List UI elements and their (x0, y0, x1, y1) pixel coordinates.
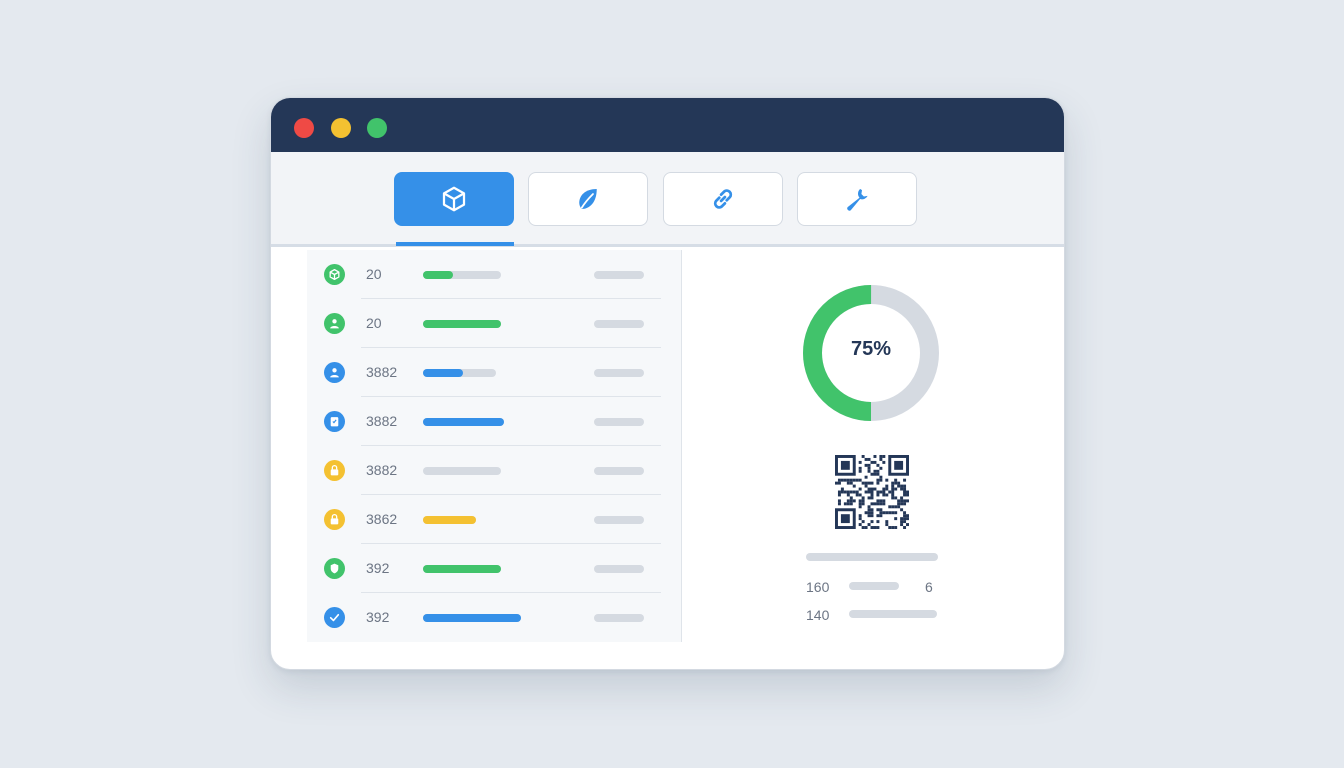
title-bar (271, 98, 1064, 152)
list-item[interactable]: 3882 (307, 446, 681, 495)
list-item-meta-placeholder (594, 467, 644, 475)
progress-fill (423, 369, 463, 377)
list-item-meta-placeholder (594, 565, 644, 573)
cube-icon (324, 264, 345, 285)
minimize-window-button[interactable] (331, 118, 351, 138)
progress-track (423, 418, 504, 426)
list-item-value: 3882 (366, 413, 398, 429)
check-icon (324, 607, 345, 628)
list-item[interactable]: 3882 (307, 348, 681, 397)
active-tab-indicator (396, 242, 514, 246)
panel-divider (681, 250, 682, 642)
list-item-meta-placeholder (594, 369, 644, 377)
list-item-value: 3882 (366, 462, 398, 478)
list-item-value: 3862 (366, 511, 398, 527)
tab-wrench[interactable] (797, 172, 917, 226)
list-item[interactable]: 392 (307, 593, 681, 642)
progress-fill (423, 565, 501, 573)
leaf-icon (579, 189, 597, 209)
tab-leaf[interactable] (528, 172, 648, 226)
donut-percent-label: 75% (850, 338, 892, 360)
stat-label: 160 (806, 579, 830, 595)
wrench-icon (847, 189, 868, 211)
list-item[interactable]: 20 (307, 250, 681, 299)
list-item-meta-placeholder (594, 271, 644, 279)
list-item[interactable]: 20 (307, 299, 681, 348)
list-item-value: 3882 (366, 364, 398, 380)
progress-track (423, 369, 496, 377)
progress-track (423, 614, 521, 622)
list-item[interactable]: 392 (307, 544, 681, 593)
progress-fill (423, 320, 501, 328)
progress-fill (423, 614, 521, 622)
list-item[interactable]: 3882 (307, 397, 681, 446)
progress-track (423, 467, 501, 475)
list-item-meta-placeholder (594, 516, 644, 524)
summary-title-placeholder (806, 553, 938, 561)
progress-fill (423, 418, 504, 426)
user-icon (324, 362, 345, 383)
tab-link[interactable] (663, 172, 783, 226)
item-list: 20 20 3882 3882 3882 3862 392 392 (307, 250, 681, 642)
progress-track (423, 271, 501, 279)
progress-fill (423, 516, 476, 524)
list-item-meta-placeholder (594, 320, 644, 328)
stat-value: 6 (925, 579, 933, 595)
list-item[interactable]: 3862 (307, 495, 681, 544)
lock-icon (324, 460, 345, 481)
list-item-meta-placeholder (594, 614, 644, 622)
stat-label: 140 (806, 607, 830, 623)
lock-icon (324, 509, 345, 530)
list-item-value: 392 (366, 609, 390, 625)
list-item-value: 20 (366, 266, 382, 282)
stat-bar (849, 610, 937, 618)
app-window: 20 20 3882 3882 3882 3862 392 392 75% 160 6 140 (270, 97, 1065, 670)
stat-bar (849, 582, 899, 590)
user-icon (324, 313, 345, 334)
list-item-meta-placeholder (594, 418, 644, 426)
progress-track (423, 320, 501, 328)
progress-track (423, 565, 501, 573)
maximize-window-button[interactable] (367, 118, 387, 138)
link-icon (713, 189, 733, 209)
list-item-value: 392 (366, 560, 390, 576)
list-item-value: 20 (366, 315, 382, 331)
progress-track (423, 516, 476, 524)
close-window-button[interactable] (294, 118, 314, 138)
progress-fill (423, 271, 453, 279)
badge-icon (324, 411, 345, 432)
tab-cube[interactable] (394, 172, 514, 226)
toolbar (271, 152, 1064, 247)
shield-icon (324, 558, 345, 579)
cube-icon (442, 186, 466, 212)
qr-code-icon (835, 455, 909, 529)
